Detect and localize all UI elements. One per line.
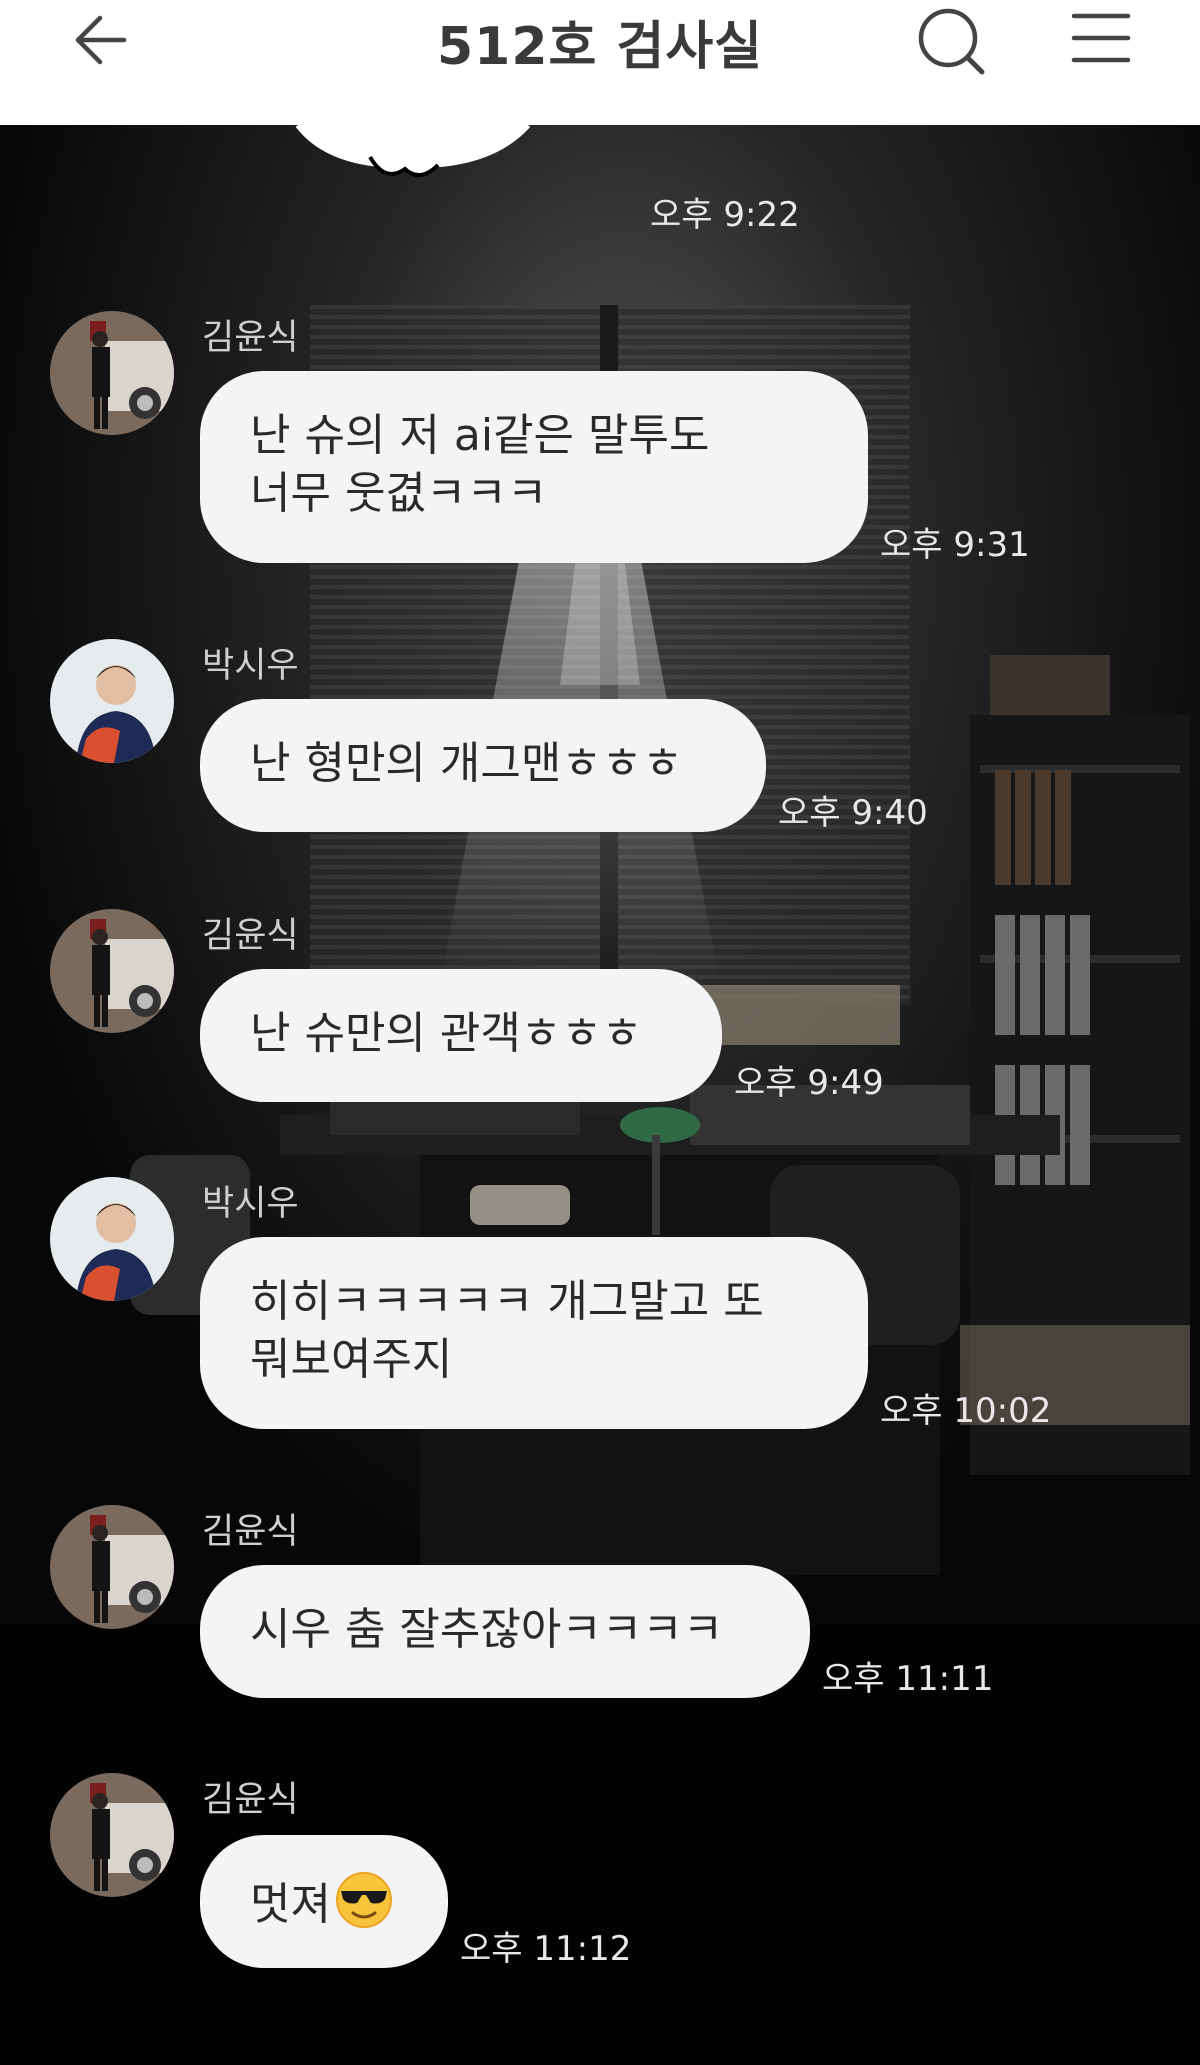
sender-name: 김윤식: [202, 1780, 299, 1820]
avatar-kim-yunsik[interactable]: [50, 909, 174, 1033]
message-timestamp: 오후 9:40: [778, 793, 928, 833]
avatar-park-siwoo[interactable]: [50, 1177, 174, 1301]
avatar-kim-yunsik[interactable]: [50, 1505, 174, 1629]
message-bubble[interactable]: 난 형만의 개그맨ㅎㅎㅎ: [200, 699, 766, 832]
profile-photo: [50, 909, 174, 1033]
message-timestamp: 오후 9:49: [734, 1063, 884, 1103]
search-button[interactable]: [916, 6, 988, 78]
menu-button[interactable]: [1070, 10, 1132, 66]
message-timestamp: 오후 11:11: [822, 1659, 994, 1699]
profile-photo: [50, 1505, 174, 1629]
sender-name: 박시우: [202, 646, 299, 686]
message-bubble[interactable]: 난 슈의 저 ai같은 말투도 너무 웃겺ㅋㅋㅋ: [200, 371, 868, 563]
hamburger-menu-icon: [1071, 13, 1131, 63]
message-timestamp: 오후 9:22: [650, 195, 800, 235]
message-text: 멋져: [250, 1879, 331, 1930]
sticker-image: [295, 122, 531, 177]
message-timestamp: 오후 9:31: [880, 525, 1030, 565]
message-timestamp: 오후 10:02: [880, 1391, 1052, 1431]
avatar-kim-yunsik[interactable]: [50, 311, 174, 435]
message-bubble[interactable]: 히히ㅋㅋㅋㅋㅋ 개그말고 또 뭐보여주지: [200, 1237, 868, 1429]
profile-photo: [50, 1773, 174, 1897]
message-bubble[interactable]: 시우 춤 잘추잖아ㅋㅋㅋㅋ: [200, 1565, 810, 1698]
profile-photo: [50, 639, 174, 763]
chat-header: 512호 검사실: [0, 0, 1200, 125]
sunglasses-face-emoji: [335, 1871, 393, 1929]
sender-name: 김윤식: [202, 916, 299, 956]
sender-name: 박시우: [202, 1184, 299, 1224]
chat-log: 오후 9:22 김윤식 난 슈의 저 ai같은 말투도 너무 웃겺ㅋㅋㅋ 오후 …: [0, 122, 1200, 2065]
message-bubble[interactable]: 멋져: [200, 1835, 448, 1968]
avatar-park-siwoo[interactable]: [50, 639, 174, 763]
sender-name: 김윤식: [202, 1512, 299, 1552]
avatar-kim-yunsik[interactable]: [50, 1773, 174, 1897]
sticker-message[interactable]: [290, 122, 540, 183]
message-bubble[interactable]: 난 슈만의 관객ㅎㅎㅎ: [200, 969, 722, 1102]
search-icon: [918, 8, 985, 75]
message-timestamp: 오후 11:12: [460, 1929, 632, 1969]
chat-room-title: 512호 검사실: [436, 17, 763, 77]
sender-name: 김윤식: [202, 318, 299, 358]
profile-photo: [50, 311, 174, 435]
profile-photo: [50, 1177, 174, 1301]
